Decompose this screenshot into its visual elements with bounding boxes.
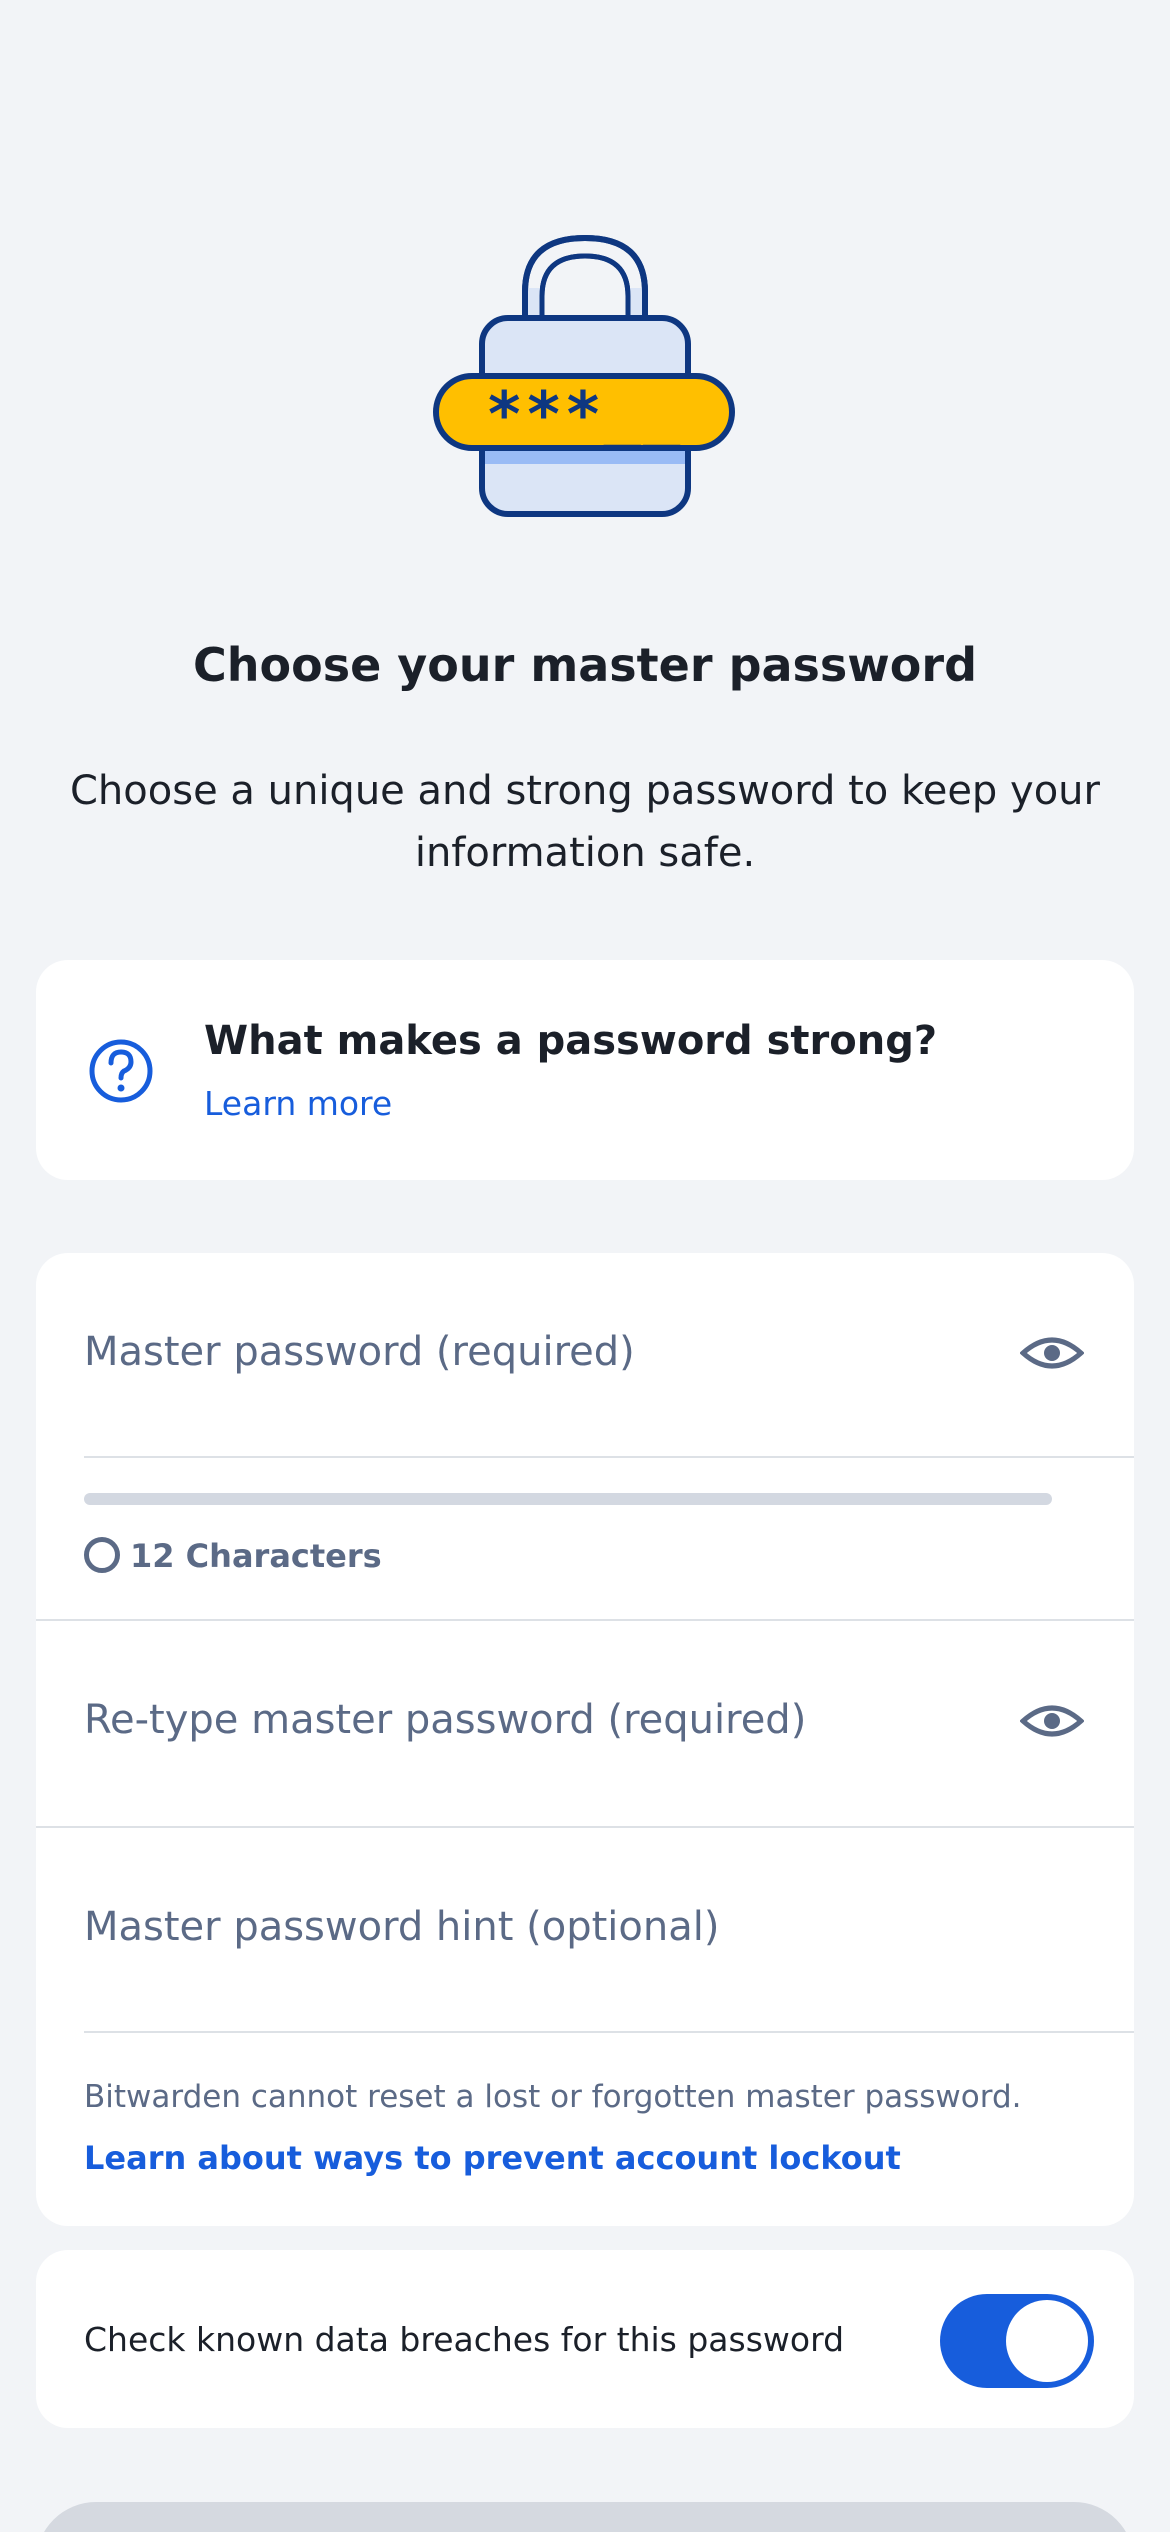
master-password-field[interactable]: Master password (required) [36,1253,1134,1456]
retype-password-field[interactable]: Re-type master password (required) [36,1621,1134,1821]
requirement-status-icon [84,1537,120,1573]
reset-warning-text: Bitwarden cannot reset a lost or forgott… [84,2079,1022,2115]
show-retype-password-eye-icon[interactable] [1020,1701,1084,1741]
master-password-label: Master password (required) [84,1329,635,1375]
breach-check-toggle[interactable] [940,2294,1094,2388]
password-tips-card: What makes a password strong? Learn more [36,960,1134,1180]
toggle-knob [1006,2300,1088,2382]
show-password-eye-icon[interactable] [1020,1333,1084,1373]
page-subtitle: Choose a unique and strong password to k… [70,768,1100,876]
question-circle-icon [89,1039,153,1103]
continue-button[interactable] [36,2502,1134,2532]
master-password-form: Master password (required) 12 Characters… [36,1253,1134,2226]
password-hint-label: Master password hint (optional) [84,1904,720,1950]
retype-password-label: Re-type master password (required) [84,1697,807,1743]
field-divider [84,1456,1134,1458]
learn-more-link[interactable]: Learn more [204,1084,392,1123]
breach-check-label: Check known data breaches for this passw… [84,2320,845,2359]
illustration-text: ***__ [486,378,683,451]
field-divider [84,2031,1134,2033]
password-strength-bar [84,1493,1052,1505]
page-title: Choose your master password [192,638,978,692]
account-lockout-link[interactable]: Learn about ways to prevent account lock… [84,2139,901,2177]
tips-title: What makes a password strong? [204,1018,938,1064]
requirement-label: 12 Characters [130,1537,382,1575]
breach-check-card: Check known data breaches for this passw… [36,2250,1134,2428]
password-hint-field[interactable]: Master password hint (optional) [36,1828,1134,2028]
lock-password-illustration: ***__ [433,234,735,517]
